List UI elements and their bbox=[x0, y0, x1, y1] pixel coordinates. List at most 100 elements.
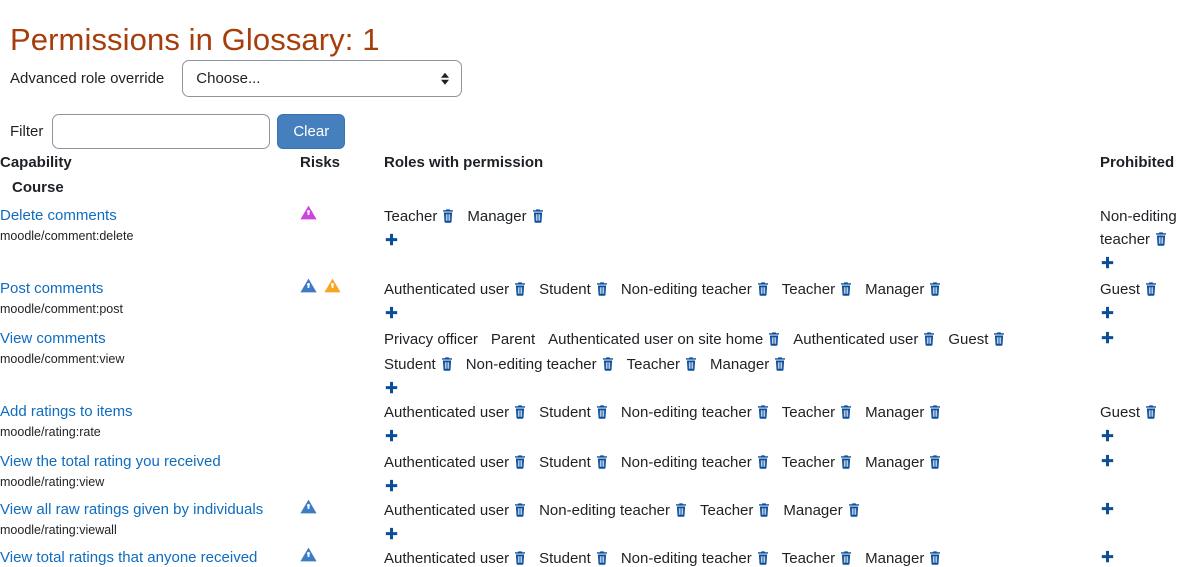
trash-icon[interactable] bbox=[840, 549, 852, 567]
table-row: View total ratings that anyone receivedm… bbox=[0, 547, 1196, 567]
trash-icon[interactable] bbox=[1145, 280, 1157, 303]
trash-icon[interactable] bbox=[848, 501, 860, 524]
page-title: Permissions in Glossary: 1 bbox=[10, 21, 380, 57]
plus-icon[interactable] bbox=[384, 233, 399, 248]
capability-link[interactable]: View the total rating you received bbox=[0, 451, 300, 472]
role-name: Guest bbox=[948, 331, 989, 348]
capability-id: moodle/rating:viewall bbox=[0, 523, 117, 537]
trash-icon[interactable] bbox=[602, 355, 614, 378]
trash-icon[interactable] bbox=[768, 330, 780, 353]
section-row: Course bbox=[0, 174, 1196, 205]
capability-id: moodle/comment:delete bbox=[0, 229, 134, 243]
risk-triangle-icon[interactable] bbox=[300, 499, 317, 514]
plus-icon[interactable] bbox=[384, 381, 399, 396]
prohibited-cell: Guest bbox=[1100, 401, 1196, 451]
role-name: Authenticated user bbox=[384, 550, 510, 567]
role-name: Authenticated user bbox=[384, 281, 510, 298]
table-header-row: Capability Risks Roles with permission P… bbox=[0, 152, 1196, 174]
trash-icon[interactable] bbox=[532, 207, 544, 230]
trash-icon[interactable] bbox=[441, 355, 453, 378]
role-name: Manager bbox=[710, 356, 770, 373]
capability-link[interactable]: Delete comments bbox=[0, 205, 300, 226]
risk-triangle-icon[interactable] bbox=[324, 278, 341, 293]
trash-icon[interactable] bbox=[929, 403, 941, 426]
role-name: Authenticated user bbox=[384, 502, 510, 519]
capability-link[interactable]: Post comments bbox=[0, 278, 300, 299]
role-chip: Teacher bbox=[700, 499, 770, 524]
trash-icon[interactable] bbox=[514, 403, 526, 426]
trash-icon[interactable] bbox=[923, 330, 935, 353]
plus-icon[interactable] bbox=[1100, 256, 1115, 271]
trash-icon[interactable] bbox=[929, 549, 941, 567]
role-chip: Guest bbox=[948, 328, 1005, 353]
trash-icon[interactable] bbox=[757, 453, 769, 476]
role-name: Non-editing teacher bbox=[620, 281, 752, 298]
trash-icon[interactable] bbox=[514, 453, 526, 476]
trash-icon[interactable] bbox=[685, 355, 697, 378]
plus-icon[interactable] bbox=[384, 479, 399, 494]
trash-icon[interactable] bbox=[1145, 403, 1157, 426]
trash-icon[interactable] bbox=[514, 501, 526, 524]
trash-icon[interactable] bbox=[993, 330, 1005, 353]
table-row: Post comments moodle/comment:post Authenti… bbox=[0, 278, 1196, 328]
prohibited-cell: Guest bbox=[1100, 278, 1196, 328]
clear-button[interactable]: Clear bbox=[277, 114, 346, 149]
trash-icon[interactable] bbox=[514, 280, 526, 303]
prohibited-role-chip: Non-editing teacher bbox=[1100, 208, 1177, 248]
role-chip: Manager bbox=[865, 278, 941, 303]
capability-cell: View all raw ratings given by individual… bbox=[0, 499, 300, 547]
trash-icon[interactable] bbox=[774, 355, 786, 378]
trash-icon[interactable] bbox=[929, 280, 941, 303]
prohibited-cell: Non-editing teacher bbox=[1100, 205, 1196, 278]
trash-icon[interactable] bbox=[758, 501, 770, 524]
trash-icon[interactable] bbox=[514, 549, 526, 567]
trash-icon[interactable] bbox=[596, 453, 608, 476]
role-name: Teacher bbox=[781, 550, 836, 567]
trash-icon[interactable] bbox=[840, 453, 852, 476]
trash-icon[interactable] bbox=[675, 501, 687, 524]
trash-icon[interactable] bbox=[596, 549, 608, 567]
role-chip: Manager bbox=[865, 547, 941, 567]
plus-icon[interactable] bbox=[1100, 331, 1115, 346]
role-name: Teacher bbox=[626, 356, 681, 373]
capability-id: moodle/comment:view bbox=[0, 352, 125, 366]
capability-link[interactable]: View all raw ratings given by individual… bbox=[0, 499, 300, 520]
trash-icon[interactable] bbox=[929, 453, 941, 476]
risks-cell bbox=[300, 499, 384, 547]
role-name: Teacher bbox=[384, 208, 438, 225]
trash-icon[interactable] bbox=[757, 549, 769, 567]
risk-triangle-icon[interactable] bbox=[300, 547, 317, 562]
risk-triangle-icon[interactable] bbox=[300, 278, 317, 293]
role-name: Teacher bbox=[781, 404, 836, 421]
risk-triangle-icon[interactable] bbox=[300, 205, 317, 220]
plus-icon[interactable] bbox=[1100, 429, 1115, 444]
plus-icon[interactable] bbox=[1100, 454, 1115, 469]
trash-icon[interactable] bbox=[442, 207, 454, 230]
role-chip: Teacher bbox=[782, 451, 852, 476]
capability-link[interactable]: Add ratings to items bbox=[0, 401, 300, 422]
trash-icon[interactable] bbox=[757, 280, 769, 303]
plus-icon[interactable] bbox=[1100, 306, 1115, 321]
plus-icon[interactable] bbox=[1100, 502, 1115, 517]
filter-input[interactable] bbox=[52, 114, 271, 149]
roles-add-line bbox=[384, 230, 1100, 253]
table-row: View the total rating you received moodle… bbox=[0, 451, 1196, 499]
advanced-role-override-select[interactable]: Choose... bbox=[182, 60, 463, 97]
trash-icon[interactable] bbox=[596, 403, 608, 426]
role-name: Parent bbox=[490, 331, 536, 348]
trash-icon[interactable] bbox=[840, 403, 852, 426]
plus-icon[interactable] bbox=[384, 527, 399, 542]
trash-icon[interactable] bbox=[1155, 230, 1167, 253]
role-name: Non-editing teacher bbox=[620, 404, 752, 421]
trash-icon[interactable] bbox=[757, 403, 769, 426]
plus-icon[interactable] bbox=[384, 306, 399, 321]
capability-link[interactable]: View comments bbox=[0, 328, 300, 349]
role-chip: Manager bbox=[865, 401, 941, 426]
role-name: Student bbox=[539, 550, 591, 567]
plus-icon[interactable] bbox=[1100, 550, 1115, 565]
trash-icon[interactable] bbox=[596, 280, 608, 303]
role-name: Student bbox=[539, 281, 591, 298]
trash-icon[interactable] bbox=[840, 280, 852, 303]
plus-icon[interactable] bbox=[384, 429, 399, 444]
capability-link[interactable]: View total ratings that anyone received bbox=[0, 547, 300, 567]
